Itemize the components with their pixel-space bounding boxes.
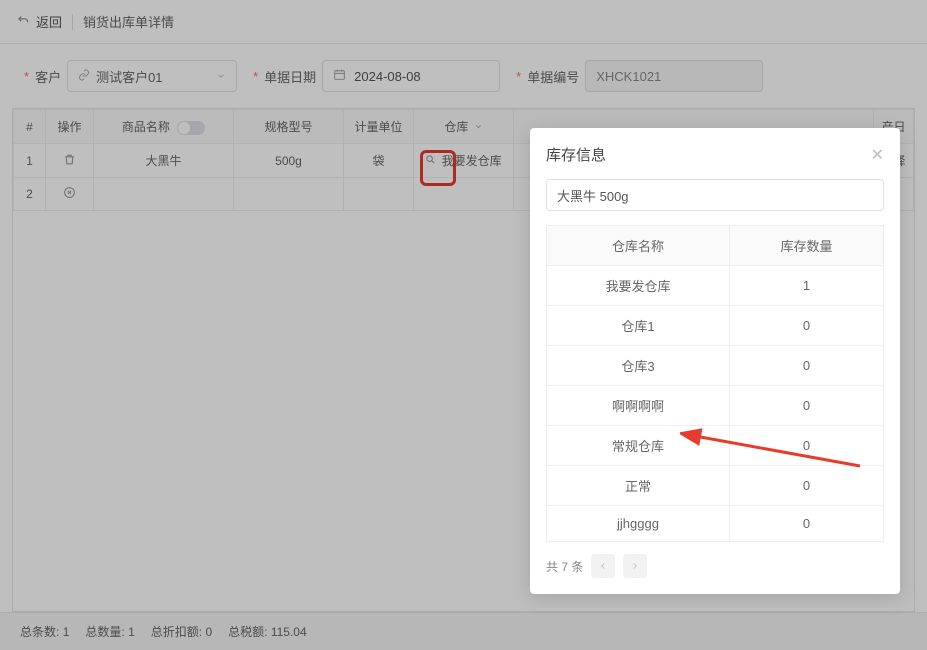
wh-name: 仓库1	[547, 306, 730, 346]
col-wh-name: 仓库名称	[547, 226, 730, 266]
wh-name: 正常	[547, 466, 730, 506]
wh-name: 仓库3	[547, 346, 730, 386]
wh-name: 啊啊啊啊	[547, 386, 730, 426]
pagination: 共 7 条	[546, 554, 884, 578]
inventory-row[interactable]: 仓库30	[547, 346, 884, 386]
inventory-table: 仓库名称 库存数量 我要发仓库1仓库10仓库30啊啊啊啊0常规仓库0正常0jjh…	[546, 225, 884, 542]
pager-next-button[interactable]	[623, 554, 647, 578]
col-wh-qty: 库存数量	[730, 226, 884, 266]
wh-qty: 0	[730, 306, 884, 346]
inventory-row[interactable]: 仓库10	[547, 306, 884, 346]
wh-qty: 0	[730, 426, 884, 466]
search-value: 大黑牛 500g	[557, 186, 629, 205]
wh-qty: 0	[730, 386, 884, 426]
close-icon[interactable]: ✕	[871, 145, 884, 165]
pager-prev-button[interactable]	[591, 554, 615, 578]
modal-search-input[interactable]: 大黑牛 500g	[546, 179, 884, 211]
wh-qty: 0	[730, 466, 884, 506]
wh-name: 常规仓库	[547, 426, 730, 466]
inventory-row[interactable]: 常规仓库0	[547, 426, 884, 466]
wh-name: 我要发仓库	[547, 266, 730, 306]
inventory-row[interactable]: 啊啊啊啊0	[547, 386, 884, 426]
wh-qty: 0	[730, 346, 884, 386]
wh-qty: 1	[730, 266, 884, 306]
modal-title: 库存信息	[546, 144, 606, 165]
inventory-row[interactable]: 我要发仓库1	[547, 266, 884, 306]
wh-qty: 0	[730, 506, 884, 542]
inventory-row[interactable]: jjhgggg0	[547, 506, 884, 542]
inventory-modal: 库存信息 ✕ 大黑牛 500g 仓库名称 库存数量 我要发仓库1仓库10仓库30…	[530, 128, 900, 594]
pager-total: 共 7 条	[546, 558, 583, 575]
inventory-row[interactable]: 正常0	[547, 466, 884, 506]
wh-name: jjhgggg	[547, 506, 730, 542]
